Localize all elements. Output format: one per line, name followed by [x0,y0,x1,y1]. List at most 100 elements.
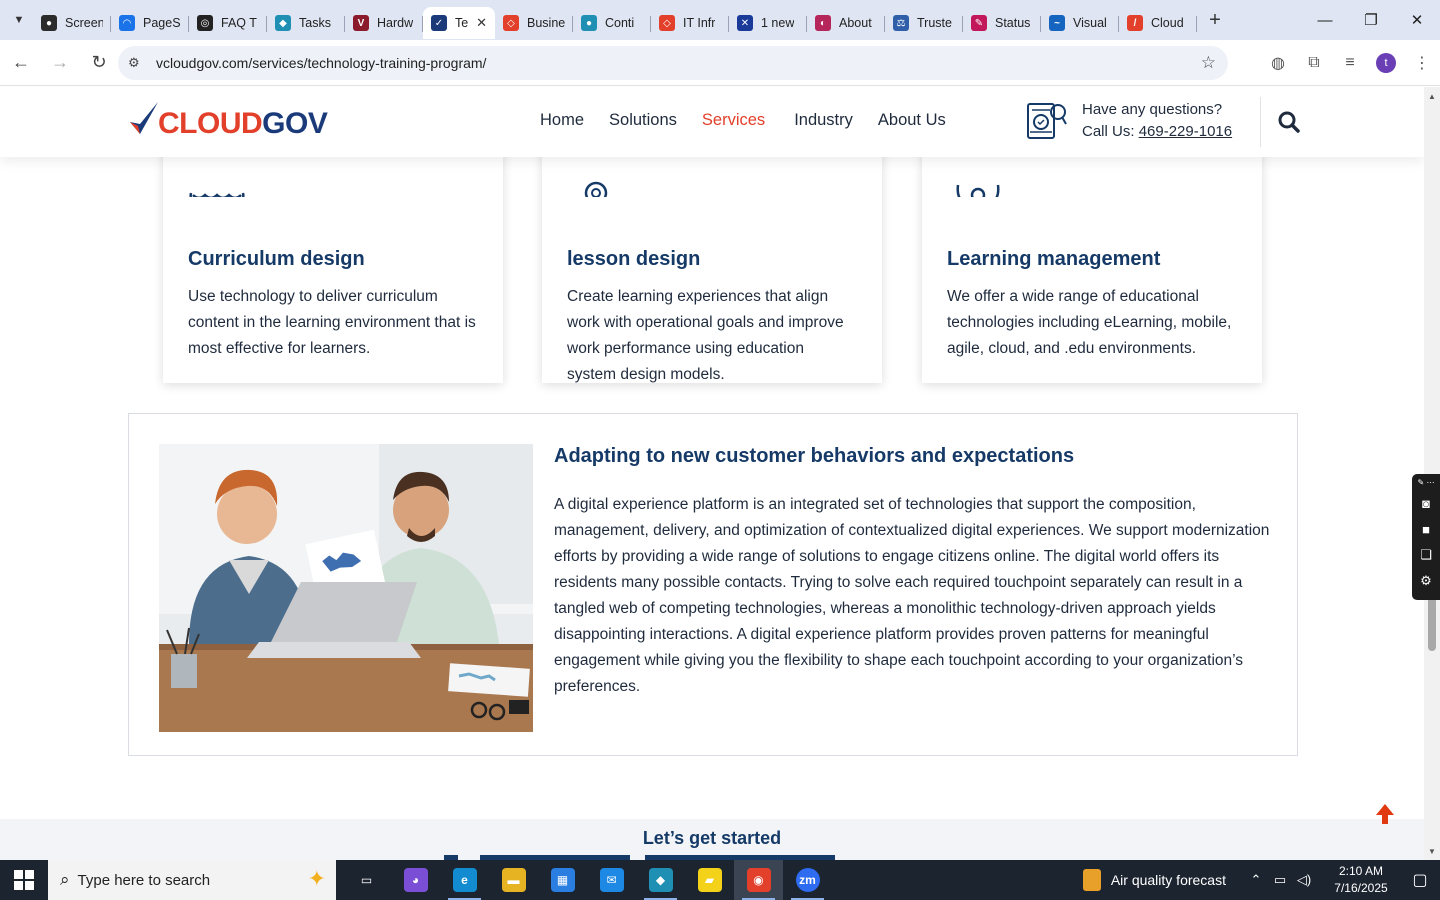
window-controls: — ❐ ✕ [1302,0,1440,40]
main-nav: Home Solutions Services Industry About U… [540,111,971,130]
taskbar-app-copilot[interactable]: ◕ [391,860,440,900]
sticky-notes-icon: ▰ [697,868,722,892]
card-text: We offer a wide range of educational tec… [947,288,1232,357]
taskbar-app-task-view[interactable]: ▭ [342,860,391,900]
start-button[interactable] [0,860,48,900]
nav-solutions[interactable]: Solutions [609,111,677,130]
volume-icon[interactable]: ◁) [1292,872,1316,888]
browser-tab[interactable]: ● Conti [573,7,651,39]
taskbar-app-file-explorer[interactable]: ▬ [489,860,538,900]
taskbar-app-chrome[interactable]: ◉ [734,860,783,900]
site-info-icon[interactable]: ⚙ [128,55,150,71]
toolbar-right: ◍ ⧉ ≡ t ⋮ [1260,40,1440,86]
phone-link[interactable]: 469-229-1016 [1139,123,1232,140]
site-search-button[interactable] [1276,109,1302,135]
mail-icon: ✉ [599,868,624,892]
translate-button[interactable]: ◍ [1260,45,1296,81]
tab-title: Visual [1073,16,1107,30]
taskbar-app-app-diamond[interactable]: ◆ [636,860,685,900]
get-started-lead: Let’s get started [642,828,782,848]
nav-services[interactable]: Services [702,111,765,130]
cut-off-heading [444,855,835,860]
store-icon: ▦ [550,868,575,892]
app-diamond-icon: ◆ [648,868,673,892]
taskbar-search[interactable]: ⌕ Type here to search ✦ [48,860,336,900]
taskbar-app-store[interactable]: ▦ [538,860,587,900]
weather-widget[interactable]: Air quality forecast [1082,869,1226,891]
browser-tab[interactable]: ⚖ Truste [885,7,963,39]
browser-tab[interactable]: ◠ PageS [111,7,189,39]
new-tab-button[interactable]: + [1201,6,1229,34]
window-icon[interactable]: ❏ [1412,542,1440,568]
phone-support-icon [1027,103,1067,139]
close-window-button[interactable]: ✕ [1394,0,1440,40]
feature-section: Adapting to new customer behaviors and e… [128,413,1298,756]
bookmark-star-icon[interactable]: ☆ [1201,53,1216,73]
arrow-left-icon: ← [12,52,30,72]
restore-button[interactable]: ❐ [1348,0,1394,40]
media-control-button[interactable]: ≡ [1332,45,1368,81]
browser-tab[interactable]: / Cloud [1119,7,1197,39]
taskbar-app-sticky-notes[interactable]: ▰ [685,860,734,900]
browser-tab[interactable]: ◇ IT Infr [651,7,729,39]
clock[interactable]: 2:10 AM 7/16/2025 [1322,863,1400,897]
forward-button[interactable]: → [42,45,78,81]
gear-icon[interactable]: ⚙ [1412,568,1440,594]
page-viewport: Curriculum design Use technology to deli… [0,87,1424,860]
scroll-up-arrow[interactable]: ▲ [1424,89,1440,103]
browser-tab[interactable]: ◐ About [807,7,885,39]
search-placeholder: Type here to search [77,871,211,889]
scroll-down-arrow[interactable]: ▼ [1424,844,1440,858]
taskbar-apps: ▭ ◕ e ▬ ▦ ✉ ◆ ▰ ◉ zm [342,860,832,900]
browser-tab[interactable]: ● Screen [33,7,111,39]
reload-button[interactable]: ↻ [81,45,117,81]
extensions-button[interactable]: ⧉ [1296,45,1332,81]
card-title: Curriculum design [188,248,365,270]
browser-tab[interactable]: ✕ 1 new [729,7,807,39]
header-divider [1260,97,1261,147]
tab-favicon-icon: ◇ [659,15,675,31]
tab-list: ● Screen ◠ PageS ◎ FAQ T ◆ Tasks V Hardw ✓ Te ✕ ◇ Busi… [33,1,1197,39]
scroll-to-top-button[interactable] [1374,803,1396,827]
minimize-button[interactable]: — [1302,0,1348,40]
taskbar-app-mail[interactable]: ✉ [587,860,636,900]
notifications-button[interactable]: ▢ [1400,870,1440,890]
tab-search-button[interactable]: ▼ [5,6,33,34]
network-icon[interactable]: ▭ [1268,872,1292,888]
back-button[interactable]: ← [3,45,39,81]
browser-tab[interactable]: ◇ Busine [495,7,573,39]
address-bar[interactable]: ⚙ vcloudgov.com/services/technology-trai… [118,46,1228,80]
zoom-icon: zm [795,868,820,892]
browser-tab[interactable]: ◆ Tasks [267,7,345,39]
nav-about-us[interactable]: About Us [878,111,946,130]
site-header: CLOUDGOV Home Solutions Services Industr… [0,87,1424,157]
media-icon: ≡ [1345,54,1355,71]
tab-title: Status [995,16,1031,30]
browser-tab[interactable]: ✓ Te ✕ [423,7,495,39]
arrow-right-icon: → [51,52,69,72]
menu-button[interactable]: ⋮ [1404,45,1440,81]
site-logo[interactable]: CLOUDGOV [128,99,328,140]
capture-toolbar: ✎ ⋯ ◙ ■ ❏ ⚙ [1412,474,1440,600]
team-photo [159,444,533,732]
capture-settings-dots[interactable]: ✎ ⋯ [1412,474,1440,490]
browser-tab[interactable]: ✎ Status [963,7,1041,39]
call-prefix: Call Us: [1082,123,1139,140]
profile-button[interactable]: t [1368,45,1404,81]
nav-industry[interactable]: Industry [794,111,853,130]
close-tab-icon[interactable]: ✕ [476,15,487,31]
nav-home[interactable]: Home [540,111,584,130]
taskbar-app-edge[interactable]: e [440,860,489,900]
url-text[interactable]: vcloudgov.com/services/technology-traini… [156,55,486,71]
camera-icon[interactable]: ◙ [1412,490,1440,516]
chevron-up-icon[interactable]: ⌃ [1244,872,1268,888]
taskbar-app-zoom[interactable]: zm [783,860,832,900]
browser-tab[interactable]: ◎ FAQ T [189,7,267,39]
browser-tab[interactable]: ~ Visual [1041,7,1119,39]
restore-icon: ❐ [1364,12,1378,29]
tab-favicon-icon: ✎ [971,15,987,31]
scrollbar-thumb[interactable] [1428,597,1436,651]
weather-text: Air quality forecast [1110,872,1226,888]
video-icon[interactable]: ■ [1412,516,1440,542]
browser-tab[interactable]: V Hardw [345,7,423,39]
